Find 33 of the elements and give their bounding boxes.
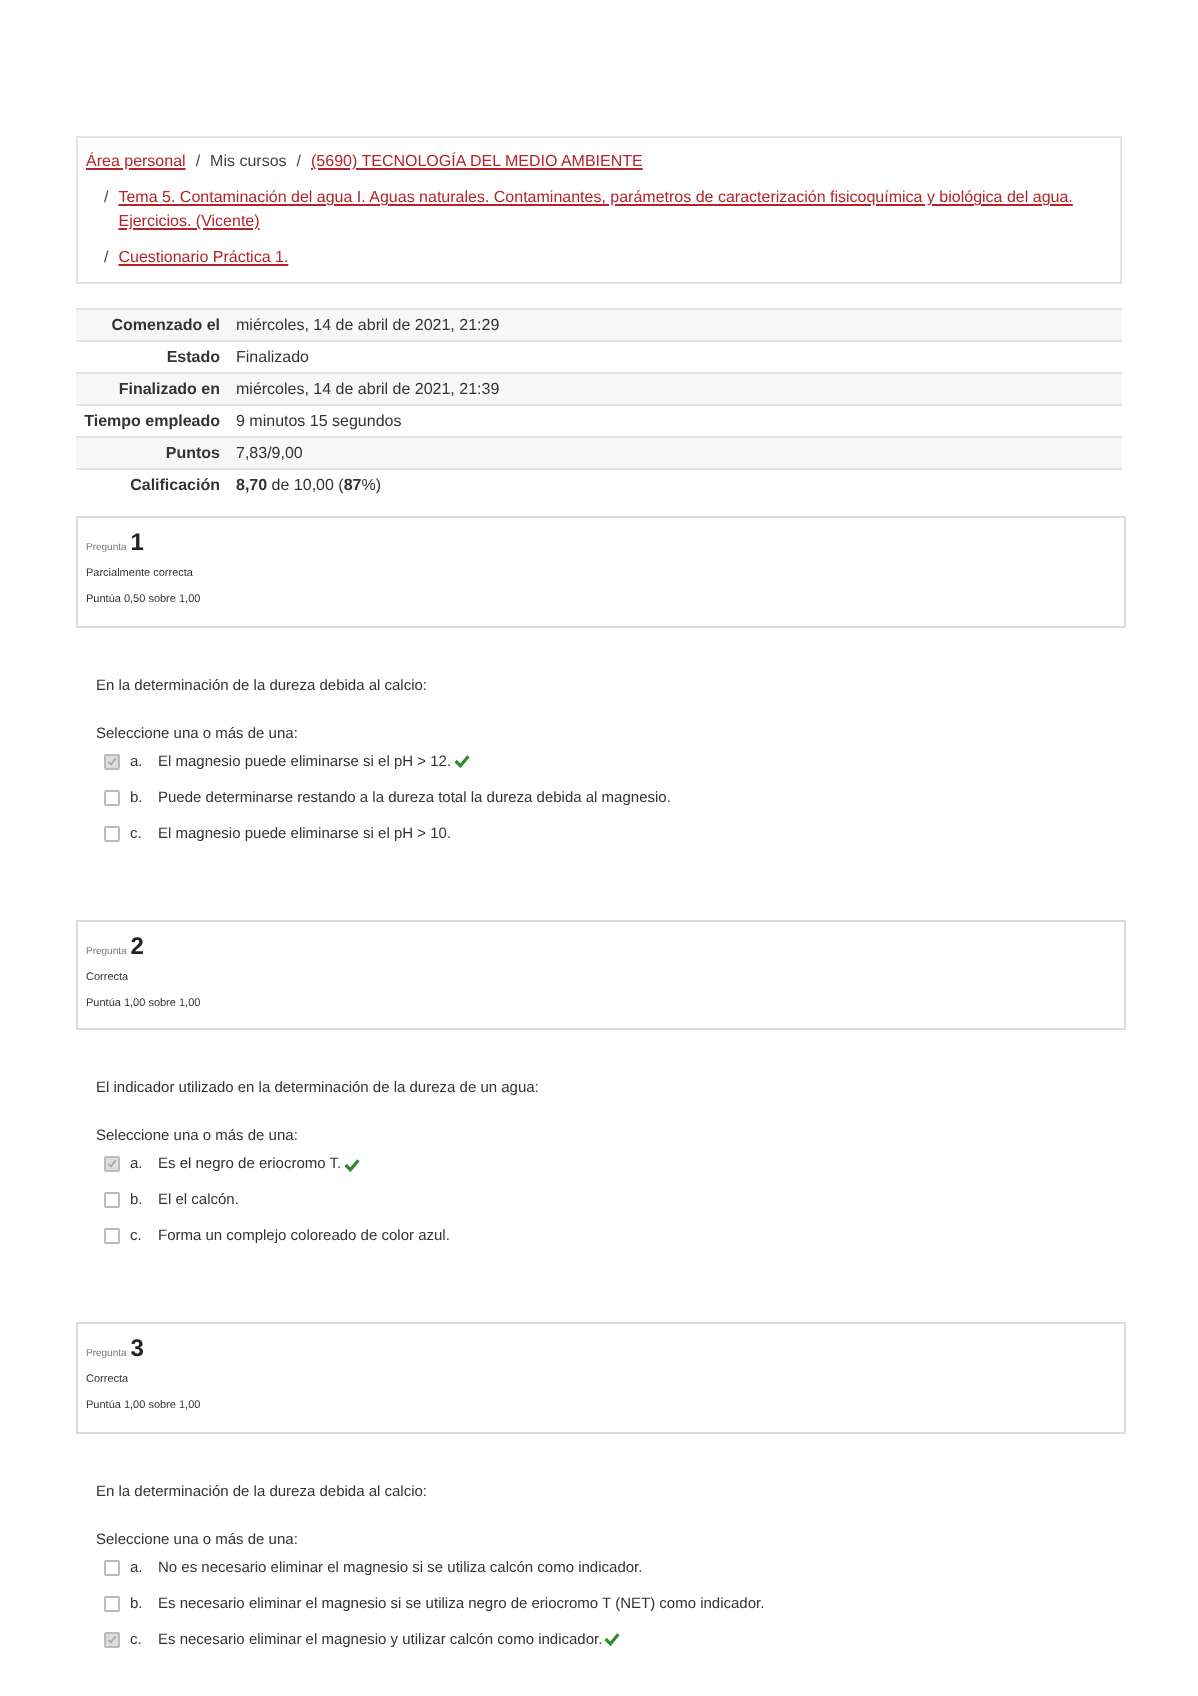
- question-number: 2: [130, 929, 144, 963]
- summary-value: 8,70 de 10,00 (87%): [234, 474, 382, 496]
- summary-label: Tiempo empleado: [82, 410, 222, 432]
- checkbox[interactable]: [104, 1156, 120, 1172]
- breadcrumb-link[interactable]: Cuestionario Práctica 1.: [118, 246, 1112, 270]
- summary-value: miércoles, 14 de abril de 2021, 21:39: [234, 378, 500, 400]
- checkbox[interactable]: [104, 1192, 120, 1208]
- breadcrumb-link[interactable]: (5690) TECNOLOGÍA DEL MEDIO AMBIENTE: [311, 150, 643, 174]
- checkbox[interactable]: [104, 1228, 120, 1244]
- summary-label: Puntos: [163, 442, 222, 464]
- breadcrumb-separator: /: [294, 150, 304, 174]
- question-number: 3: [130, 1332, 144, 1366]
- checkbox[interactable]: [104, 825, 120, 841]
- breadcrumb-separator: /: [193, 150, 203, 174]
- checkbox[interactable]: [104, 1559, 120, 1575]
- summary-value: Finalizado: [234, 346, 309, 368]
- summary-value: 7,83/9,00: [234, 442, 303, 464]
- breadcrumb-text: Mis cursos: [210, 150, 287, 174]
- summary-value: 9 minutos 15 segundos: [234, 410, 402, 432]
- checkbox[interactable]: [104, 753, 120, 769]
- checkbox[interactable]: [104, 789, 120, 805]
- breadcrumb-separator: /: [102, 246, 111, 270]
- breadcrumb-link[interactable]: Tema 5. Contaminación del agua I. Aguas naturales. Contaminantes, parámetros de caracterización fisicoquímica y biológica del agua. Ejercicios. (Vicente): [118, 186, 1112, 234]
- summary-value: miércoles, 14 de abril de 2021, 21:29: [234, 314, 500, 336]
- summary-label: Calificación: [128, 474, 222, 496]
- breadcrumb-separator: /: [102, 186, 111, 210]
- breadcrumb-link[interactable]: Área personal: [86, 150, 186, 174]
- checkbox[interactable]: [104, 1595, 120, 1611]
- question-number: 1: [130, 526, 144, 560]
- checkbox[interactable]: [104, 1631, 120, 1647]
- summary-label: Comenzado el: [109, 314, 222, 336]
- summary-label: Finalizado en: [116, 378, 222, 400]
- summary-label: Estado: [164, 346, 222, 368]
